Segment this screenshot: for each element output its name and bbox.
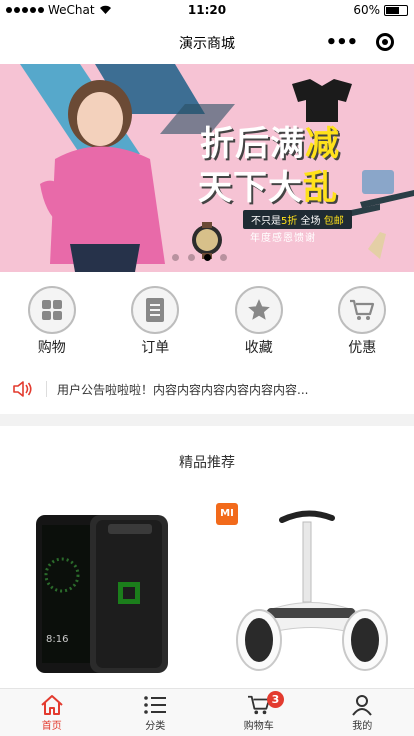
- tab-categories[interactable]: 分类: [104, 689, 208, 736]
- status-right: 60%: [353, 3, 408, 17]
- product-card-phone[interactable]: 8:16: [0, 490, 207, 690]
- featured-section: 精品推荐 8:16 MI: [0, 426, 414, 688]
- tab-home[interactable]: 首页: [0, 689, 104, 736]
- product-image-scooter: [236, 510, 388, 671]
- star-icon: [234, 286, 283, 334]
- announcement-bar[interactable]: 用户公告啦啦啦！内容内容内容内容内容内容...: [0, 364, 414, 414]
- more-options-icon[interactable]: •••: [326, 32, 359, 53]
- category-label: 优惠: [348, 340, 377, 356]
- category-item-coupons[interactable]: 优惠: [311, 272, 414, 364]
- banner-headline-line-1: 折后满减: [200, 124, 340, 164]
- category-label: 收藏: [244, 340, 273, 356]
- status-time: 11:20: [187, 3, 227, 17]
- product-list: 8:16 MI: [0, 490, 414, 690]
- banner-subtitle: 年度感恩馈谢: [250, 233, 316, 244]
- bottom-tab-bar: 首页 分类 3 购物车 我的: [0, 688, 414, 736]
- status-bar: WeChat 11:20 60%: [0, 0, 414, 20]
- banner-headline-line-2: 天下大乱: [198, 168, 338, 208]
- tab-label: 我的: [352, 721, 373, 732]
- tab-label: 首页: [41, 721, 62, 732]
- list-icon: [144, 696, 167, 714]
- home-icon: [41, 695, 63, 715]
- divider: [46, 381, 47, 397]
- carousel-dot[interactable]: [188, 254, 195, 261]
- category-label: 购物: [37, 340, 66, 356]
- close-mini-program-icon[interactable]: [376, 33, 395, 51]
- mi-logo-icon: MI: [216, 503, 238, 525]
- category-menu: 购物 订单 收藏 优惠: [0, 272, 414, 364]
- product-image-phone: 8:16: [36, 515, 168, 673]
- svg-text:8:16: 8:16: [46, 634, 68, 645]
- navigation-bar: 演示商城 •••: [0, 20, 414, 64]
- tab-cart[interactable]: 3 购物车: [207, 689, 311, 736]
- category-item-orders[interactable]: 订单: [104, 272, 208, 364]
- battery-percent: 60%: [353, 3, 380, 17]
- user-icon: [352, 695, 373, 716]
- category-item-favorites[interactable]: 收藏: [207, 272, 311, 364]
- mini-program-capsule: •••: [316, 26, 404, 58]
- promo-banner[interactable]: 折后满减 天下大乱 不只是5折 全场 包邮 年度感恩馈谢: [0, 64, 414, 272]
- carousel-dot-active[interactable]: [204, 254, 211, 261]
- tab-profile[interactable]: 我的: [311, 689, 414, 736]
- tab-label: 购物车: [243, 721, 274, 732]
- banner-offer-pill: 不只是5折 全场 包邮: [243, 210, 352, 229]
- battery-icon: [384, 4, 408, 16]
- product-card-balance-scooter[interactable]: MI: [207, 490, 414, 690]
- cart-count-badge: 3: [267, 691, 284, 708]
- category-label: 订单: [141, 340, 170, 356]
- tab-label: 分类: [145, 721, 166, 732]
- cart-icon: [338, 286, 387, 334]
- carousel-dot[interactable]: [220, 254, 227, 261]
- speaker-icon: [0, 380, 46, 398]
- announcement-text: 用户公告啦啦啦！内容内容内容内容内容内容...: [57, 382, 309, 397]
- grid-icon: [27, 286, 76, 334]
- section-title: 精品推荐: [179, 455, 235, 471]
- carousel-dot[interactable]: [172, 254, 179, 261]
- document-icon: [131, 286, 180, 334]
- category-item-shopping[interactable]: 购物: [0, 272, 104, 364]
- carousel-indicators[interactable]: [172, 254, 227, 261]
